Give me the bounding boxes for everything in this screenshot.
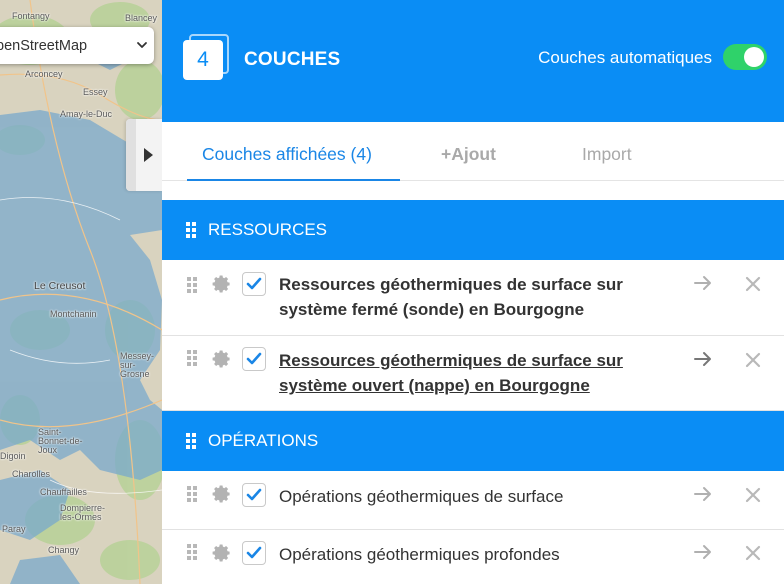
chevron-down-icon	[137, 42, 147, 48]
layer-visibility-checkbox[interactable]	[242, 483, 266, 507]
section-header-operations[interactable]: OPÉRATIONS	[162, 411, 784, 471]
layer-row: Opérations géothermiques profondes	[162, 530, 784, 584]
map-place-label: Arconcey	[25, 69, 63, 79]
close-icon[interactable]	[745, 352, 761, 368]
basemap-select-value: penStreetMap	[0, 37, 88, 54]
gear-icon[interactable]	[212, 349, 232, 369]
auto-layers-toggle[interactable]	[723, 44, 767, 70]
section-title: OPÉRATIONS	[208, 431, 319, 450]
tab-displayed-layers[interactable]: Couches affichées (4)	[202, 144, 372, 165]
map-place-label: Changy	[48, 545, 80, 555]
map-place-label: Amay-le-Duc	[60, 109, 113, 119]
map-place-label: Saint-Bonnet-de-Joux	[38, 427, 83, 455]
arrow-right-icon[interactable]	[694, 486, 712, 502]
layer-row: Opérations géothermiques de surface	[162, 471, 784, 530]
layer-visibility-checkbox[interactable]	[242, 541, 266, 565]
layer-visibility-checkbox[interactable]	[242, 272, 266, 296]
map-place-label: Montchanin	[50, 309, 97, 319]
drag-handle-icon[interactable]	[186, 222, 196, 238]
basemap-select[interactable]: penStreetMap	[0, 27, 154, 64]
gear-icon[interactable]	[212, 543, 232, 563]
layer-count-badge: 4	[183, 34, 231, 80]
checkmark-icon	[246, 546, 262, 559]
layer-label[interactable]: Opérations géothermiques de surface	[279, 484, 659, 509]
active-tab-indicator	[187, 179, 400, 181]
map-place-label: Blancey	[125, 13, 158, 23]
close-icon[interactable]	[745, 276, 761, 292]
map-place-label: Le Creusot	[34, 280, 86, 292]
map-view[interactable]: Fontangy Blancey Arconcey Essey Amay-le-…	[0, 0, 162, 584]
map-place-label: Charolles	[12, 469, 51, 479]
panel-collapse-button[interactable]	[126, 119, 162, 191]
map-place-label: Fontangy	[12, 11, 50, 21]
close-icon[interactable]	[745, 545, 761, 561]
map-place-label: Chauffailles	[40, 487, 87, 497]
section-title: RESSOURCES	[208, 220, 328, 239]
layer-count: 4	[183, 40, 223, 80]
arrow-right-icon[interactable]	[694, 351, 712, 367]
caret-right-icon	[144, 148, 153, 162]
section-header-ressources[interactable]: RESSOURCES	[162, 200, 784, 260]
tab-add[interactable]: +Ajout	[441, 144, 496, 165]
panel-title: COUCHES	[244, 49, 341, 70]
tab-import[interactable]: Import	[582, 144, 632, 165]
drag-handle-icon[interactable]	[187, 544, 197, 560]
layer-row: Ressources géothermiques de surface sur …	[162, 336, 784, 411]
close-icon[interactable]	[745, 487, 761, 503]
collapse-tab-strip	[126, 119, 136, 191]
tab-bar: Couches affichées (4) +Ajout Import	[162, 122, 784, 181]
checkmark-icon	[246, 277, 262, 290]
gear-icon[interactable]	[212, 484, 232, 504]
drag-handle-icon[interactable]	[187, 277, 197, 293]
layer-visibility-checkbox[interactable]	[242, 347, 266, 371]
arrow-right-icon[interactable]	[694, 275, 712, 291]
layer-label[interactable]: Ressources géothermiques de surface sur …	[279, 348, 659, 398]
map-place-label: Messey-sur-Grosne	[120, 351, 155, 379]
layer-label[interactable]: Ressources géothermiques de surface sur …	[279, 272, 659, 322]
layer-row: Ressources géothermiques de surface sur …	[162, 260, 784, 336]
map-place-label: Digoin	[0, 451, 26, 461]
arrow-right-icon[interactable]	[694, 544, 712, 560]
drag-handle-icon[interactable]	[187, 486, 197, 502]
map-place-label: Essey	[83, 87, 108, 97]
map-place-label: Paray	[2, 524, 26, 534]
layer-label[interactable]: Opérations géothermiques profondes	[279, 542, 659, 567]
checkmark-icon	[246, 488, 262, 501]
toggle-knob	[744, 47, 764, 67]
drag-handle-icon[interactable]	[186, 433, 196, 449]
layers-panel: 4 COUCHES Couches automatiques Couches a…	[162, 0, 784, 584]
drag-handle-icon[interactable]	[187, 350, 197, 366]
auto-layers-label: Couches automatiques	[538, 48, 712, 67]
map-place-label: Dompierre-les-Ormes	[60, 503, 106, 522]
panel-header: 4 COUCHES Couches automatiques	[162, 0, 784, 122]
gear-icon[interactable]	[212, 274, 232, 294]
checkmark-icon	[246, 352, 262, 365]
